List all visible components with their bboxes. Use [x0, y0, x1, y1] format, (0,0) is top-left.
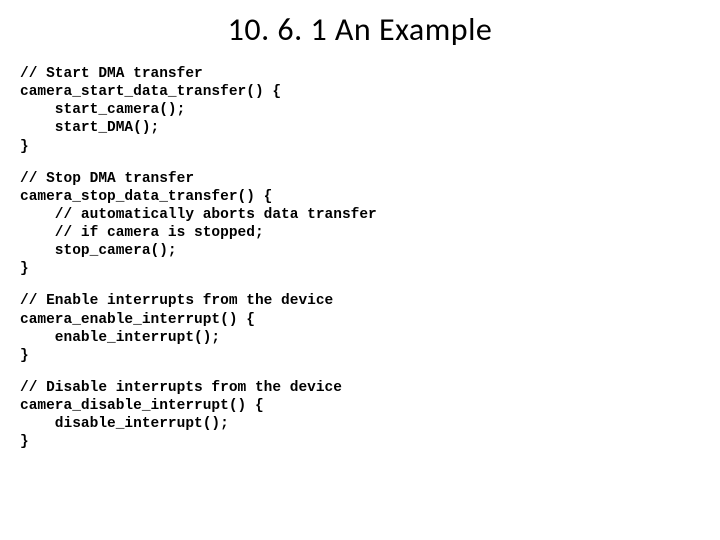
- code-block-enable-interrupt: // Enable interrupts from the device cam…: [20, 292, 700, 365]
- slide: 10. 6. 1 An Example // Start DMA transfe…: [0, 0, 720, 540]
- code-block-start-dma: // Start DMA transfer camera_start_data_…: [20, 65, 700, 156]
- code-block-disable-interrupt: // Disable interrupts from the device ca…: [20, 379, 700, 452]
- page-title: 10. 6. 1 An Example: [20, 10, 700, 49]
- code-block-stop-dma: // Stop DMA transfer camera_stop_data_tr…: [20, 170, 700, 279]
